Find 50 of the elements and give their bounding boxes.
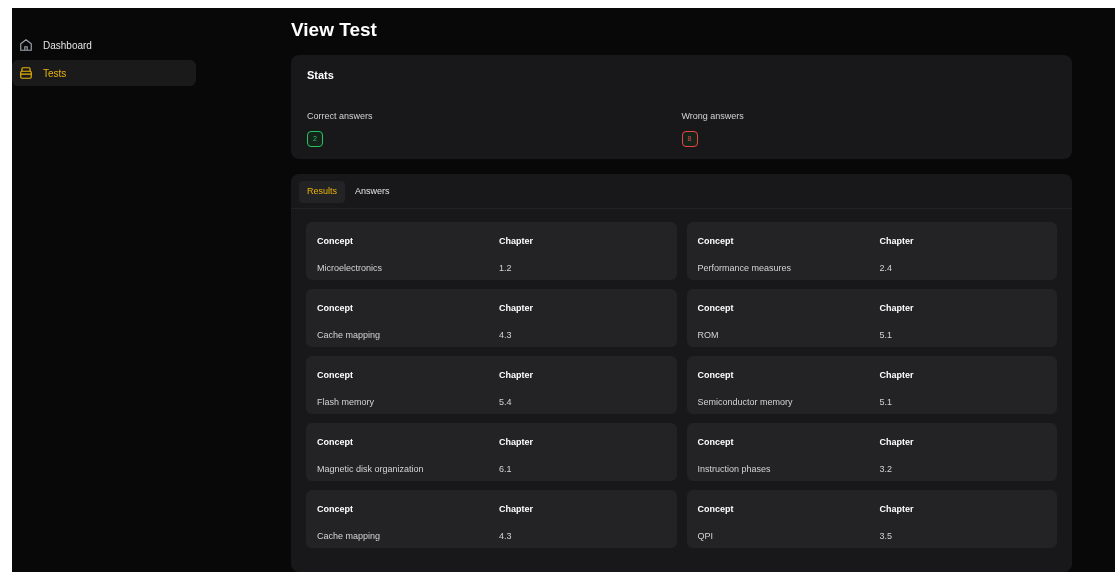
concept-value: Cache mapping <box>317 329 382 342</box>
tab[interactable]: Answers <box>347 181 398 203</box>
chapter-header: Chapter <box>499 235 534 248</box>
concept-header: Concept <box>697 235 735 248</box>
page-title: View Test <box>291 18 378 42</box>
chapter-header: Chapter <box>499 369 534 382</box>
stat-label: Wrong answers <box>681 109 744 123</box>
concept-header: Concept <box>317 235 354 248</box>
home-icon <box>19 38 33 52</box>
sidebar-item[interactable]: Dashboard <box>12 32 196 58</box>
concept-value: Semiconductor memory <box>697 396 794 409</box>
concept-header: Concept <box>697 503 735 516</box>
chapter-header: Chapter <box>499 503 534 516</box>
chapter-header: Chapter <box>879 503 915 516</box>
concept-header: Concept <box>697 302 735 315</box>
concept-value: ROM <box>697 329 720 342</box>
chapter-value: 6.1 <box>499 463 513 476</box>
chapter-value: 1.2 <box>499 262 513 275</box>
concept-header: Concept <box>317 436 354 449</box>
box-icon <box>19 66 33 80</box>
sidebar-item[interactable]: Tests <box>12 60 196 86</box>
concept-header: Concept <box>317 503 354 516</box>
concept-header: Concept <box>697 369 735 382</box>
chapter-value: 5.1 <box>879 396 893 409</box>
concept-value: QPI <box>697 530 714 543</box>
chapter-value: 4.3 <box>499 329 513 342</box>
concept-value: Microelectronics <box>317 262 384 275</box>
chapter-header: Chapter <box>499 302 534 315</box>
chapter-value: 5.1 <box>879 329 893 342</box>
chapter-value: 4.3 <box>499 530 513 543</box>
concept-header: Concept <box>317 369 354 382</box>
chapter-header: Chapter <box>879 369 915 382</box>
chapter-header: Chapter <box>879 235 915 248</box>
card-title: Stats <box>307 68 335 83</box>
concept-value: Instruction phases <box>697 463 772 476</box>
stat-label: Correct answers <box>307 109 373 123</box>
tab[interactable]: Results <box>299 181 345 203</box>
chapter-value: 2.4 <box>879 262 893 275</box>
chapter-header: Chapter <box>879 302 915 315</box>
chapter-value: 3.2 <box>879 463 893 476</box>
concept-value: Magnetic disk organization <box>317 463 425 476</box>
concept-value: Performance measures <box>697 262 793 275</box>
chapter-header: Chapter <box>499 436 534 449</box>
concept-header: Concept <box>697 436 735 449</box>
concept-value: Flash memory <box>317 396 375 409</box>
chapter-header: Chapter <box>879 436 915 449</box>
chapter-value: 5.4 <box>499 396 513 409</box>
chapter-value: 3.5 <box>879 530 893 543</box>
concept-value: Cache mapping <box>317 530 382 543</box>
concept-header: Concept <box>317 302 354 315</box>
